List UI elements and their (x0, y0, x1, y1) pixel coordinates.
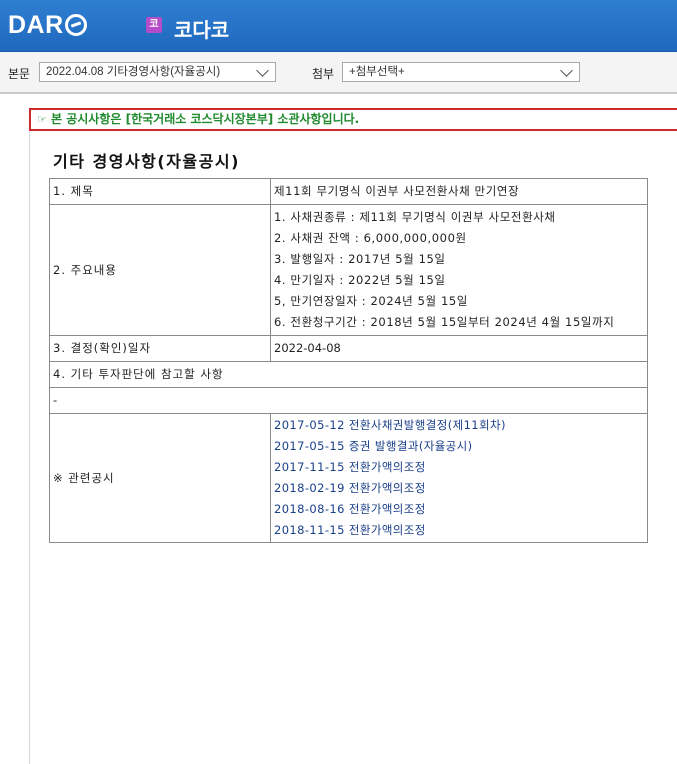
decision-date-value: 2022-04-08 (270, 335, 648, 362)
logo-t-mark-icon (64, 14, 87, 36)
toolbar: 본문 2022.04.08 기타경영사항(자율공시) 첨부 +첨부선택+ (0, 52, 677, 94)
table-row: - (49, 387, 648, 414)
logo-text: DAR (8, 11, 64, 39)
disclosure-table: 1. 제목 제11회 무기명식 이권부 사모전환사채 만기연장 2. 주요내용 … (49, 178, 648, 543)
related-disclosure-link[interactable]: 2018-02-19 전환가액의조정 (274, 478, 644, 499)
table-row: 3. 결정(확인)일자 2022-04-08 (49, 335, 648, 362)
table-row: 1. 제목 제11회 무기명식 이권부 사모전환사채 만기연장 (49, 178, 648, 205)
details-value: 1. 사채권종류 : 제11회 무기명식 이권부 사모전환사채 2. 사채권 잔… (270, 204, 648, 336)
main-doc-label: 본문 (8, 67, 31, 81)
related-disclosure-link[interactable]: 2017-05-15 증권 발행결과(자율공시) (274, 436, 644, 457)
company-name: 코다코 (174, 18, 230, 42)
pointing-hand-icon: ☞ (37, 113, 47, 126)
table-row: 2. 주요내용 1. 사채권종류 : 제11회 무기명식 이권부 사모전환사채 … (49, 204, 648, 336)
chevron-down-icon (256, 64, 269, 77)
attachment-select-value: +첨부선택+ (349, 66, 405, 78)
frame-border (29, 131, 30, 764)
company-badge-icon: 코 (146, 17, 162, 33)
table-row: ※ 관련공시 2017-05-12 전환사채권발행결정(제11회차) 2017-… (49, 413, 648, 543)
table-row: 4. 기타 투자판단에 참고할 사항 (49, 361, 648, 388)
detail-line: 1. 사채권종류 : 제11회 무기명식 이권부 사모전환사채 (274, 210, 556, 224)
subject-label: 1. 제목 (49, 178, 271, 205)
header-bar: DAR 코 코다코 (0, 0, 677, 52)
attachment-label: 첨부 (312, 67, 335, 81)
detail-line: 6. 전환청구기간 : 2018년 5월 15일부터 2024년 4월 15일까… (274, 315, 615, 329)
detail-line: 3. 발행일자 : 2017년 5월 15일 (274, 252, 446, 266)
notice-text: 본 공시사항은 [한국거래소 코스닥시장본부] 소관사항입니다. (51, 112, 360, 126)
related-disclosures-list: 2017-05-12 전환사채권발행결정(제11회차) 2017-05-15 증… (270, 413, 648, 543)
related-disclosure-link[interactable]: 2017-11-15 전환가액의조정 (274, 457, 644, 478)
dart-logo[interactable]: DAR (8, 11, 87, 40)
main-doc-select-value: 2022.04.08 기타경영사항(자율공시) (46, 66, 221, 78)
related-disclosure-link[interactable]: 2017-05-12 전환사채권발행결정(제11회차) (274, 415, 644, 436)
other-info-label: 4. 기타 투자판단에 참고할 사항 (49, 361, 648, 388)
document-viewer: ☞ 본 공시사항은 [한국거래소 코스닥시장본부] 소관사항입니다. 기타 경영… (0, 96, 677, 764)
decision-date-label: 3. 결정(확인)일자 (49, 335, 271, 362)
related-disclosure-link[interactable]: 2018-11-15 전환가액의조정 (274, 520, 644, 541)
related-disclosures-label: ※ 관련공시 (49, 413, 271, 543)
attachment-select[interactable]: +첨부선택+ (342, 62, 580, 82)
subject-value: 제11회 무기명식 이권부 사모전환사채 만기연장 (270, 178, 648, 205)
document-title: 기타 경영사항(자율공시) (53, 152, 240, 171)
other-info-value: - (49, 387, 648, 414)
detail-line: 4. 만기일자 : 2022년 5월 15일 (274, 273, 446, 287)
details-label: 2. 주요내용 (49, 204, 271, 336)
chevron-down-icon (560, 64, 573, 77)
jurisdiction-notice: ☞ 본 공시사항은 [한국거래소 코스닥시장본부] 소관사항입니다. (29, 108, 677, 131)
main-doc-select[interactable]: 2022.04.08 기타경영사항(자율공시) (39, 62, 276, 82)
detail-line: 5, 만기연장일자 : 2024년 5월 15일 (274, 294, 468, 308)
related-disclosure-link[interactable]: 2018-08-16 전환가액의조정 (274, 499, 644, 520)
detail-line: 2. 사채권 잔액 : 6,000,000,000원 (274, 231, 467, 245)
